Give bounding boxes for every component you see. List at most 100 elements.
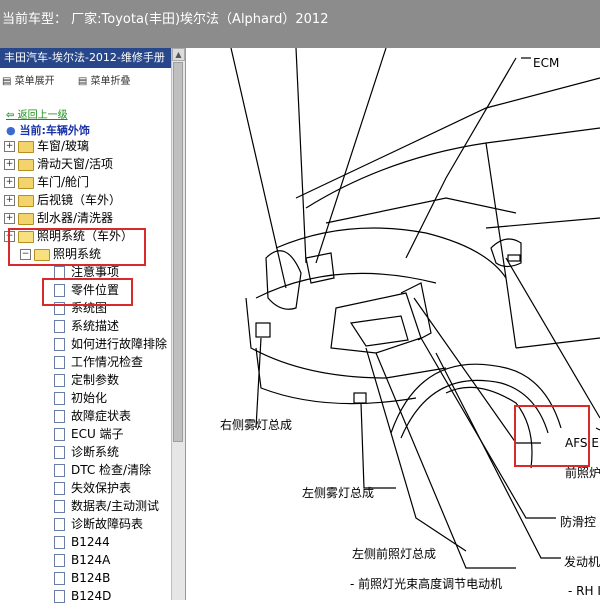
tree-doc-label: B1244 (71, 535, 110, 549)
tree-folder-label: 照明系统（车外） (37, 229, 134, 243)
open-folder-icon (18, 230, 34, 243)
tree-doc-label: 如何进行故障排除 (71, 337, 168, 351)
expand-plus-icon[interactable]: + (4, 213, 15, 224)
tree-doc-dtc-chart[interactable]: 诊断故障码表 (54, 515, 143, 533)
folder-icon (18, 176, 34, 189)
tree-doc-dtc-check[interactable]: DTC 检查/清除 (54, 461, 151, 479)
folder-icon (18, 194, 34, 207)
tree-doc-b124b[interactable]: B124B (54, 569, 110, 587)
document-icon (54, 410, 65, 423)
expand-all-button[interactable]: ▤ 菜单展开 (2, 76, 65, 87)
tree-doc-label: 数据表/主动测试 (71, 499, 160, 513)
document-icon (54, 482, 65, 495)
tree-title: 丰田汽车-埃尔法-2012-维修手册 (0, 48, 174, 68)
tree-doc-label: 工作情况检查 (71, 355, 144, 369)
tree-doc-label: 系统图 (71, 301, 108, 315)
tree-doc-label: 诊断故障码表 (71, 517, 144, 531)
tree-doc-precautions[interactable]: 注意事项 (54, 263, 119, 281)
tree-doc-label: 故障症状表 (71, 409, 132, 423)
document-icon (54, 356, 65, 369)
current-model-title: 当前车型： 厂家:Toyota(丰田)埃尔法（Alphard）2012 (2, 12, 329, 27)
tree-doc-parts-location[interactable]: 零件位置 (54, 281, 119, 299)
tree-doc-system-diagram[interactable]: 系统图 (54, 299, 107, 317)
back-link-label: 返回上一级 (17, 110, 68, 121)
tree-doc-initialization[interactable]: 初始化 (54, 389, 107, 407)
label-leveling-motor: - 前照灯光束高度调节电动机 (350, 577, 503, 591)
back-arrow-icon: ⇦ (6, 110, 15, 121)
tree-doc-ecu-terminals[interactable]: ECU 端子 (54, 425, 124, 443)
document-icon (54, 302, 65, 315)
label-left-headlamp: 左侧前照灯总成 (352, 547, 437, 561)
tree-folder-label: 车门/舱门 (37, 175, 90, 189)
person-icon: ● (6, 124, 16, 137)
tree-doc-failsafe[interactable]: 失效保护表 (54, 479, 131, 497)
tree-folder-label: 滑动天窗/活项 (37, 157, 114, 171)
collapse-minus-icon[interactable]: − (4, 231, 15, 242)
tree-doc-label: 定制参数 (71, 373, 120, 387)
current-category-label: 当前:车辆外饰 (19, 124, 90, 137)
document-icon (54, 572, 65, 585)
document-icon (54, 338, 65, 351)
tree-doc-label: B124A (71, 553, 111, 567)
tree-doc-label: 初始化 (71, 391, 108, 405)
expand-all-label: 菜单展开 (14, 76, 55, 87)
expand-plus-icon[interactable]: + (4, 159, 15, 170)
sidebar: 丰田汽车-埃尔法-2012-维修手册 ▤ 菜单展开 ▤ 菜单折叠 ⇦ 返回上一级… (0, 48, 186, 603)
tree-doc-operation-check[interactable]: 工作情况检查 (54, 353, 143, 371)
label-right-fog-lamp: 右侧雾灯总成 (220, 418, 293, 432)
document-icon (54, 554, 65, 567)
document-icon (54, 590, 65, 603)
folder-icon (18, 140, 34, 153)
sidebar-scrollbar[interactable]: ▲ (171, 48, 185, 600)
tree-doc-label: 诊断系统 (71, 445, 120, 459)
tree-doc-b124a[interactable]: B124A (54, 551, 110, 569)
label-afs-ecu: AFS E (565, 436, 599, 450)
collapse-minus-icon[interactable]: − (20, 249, 31, 260)
document-icon (54, 266, 65, 279)
label-ecm: ECM (533, 56, 560, 70)
label-antiglare-cut: 防滑控 (560, 515, 597, 529)
document-icon (54, 500, 65, 513)
folder-icon (18, 212, 34, 225)
document-icon (54, 392, 65, 405)
label-left-fog-lamp: 左侧雾灯总成 (302, 486, 375, 500)
tree-doc-label: 零件位置 (71, 283, 120, 297)
tree-doc-diagnosis-system[interactable]: 诊断系统 (54, 443, 119, 461)
tree-doc-customize[interactable]: 定制参数 (54, 371, 119, 389)
tree-doc-symptom-table[interactable]: 故障症状表 (54, 407, 131, 425)
current-category: ● 当前:车辆外饰 (6, 122, 90, 138)
tree-doc-label: 注意事项 (71, 265, 120, 279)
scrollbar-thumb[interactable] (173, 62, 183, 442)
tree-doc-label: B124B (71, 571, 111, 585)
document-icon (54, 320, 65, 333)
tree-doc-label: DTC 检查/清除 (71, 463, 152, 477)
tree-doc-system-description[interactable]: 系统描述 (54, 317, 119, 335)
label-rh-cut: - RH I (568, 584, 600, 598)
collapse-all-label: 菜单折叠 (90, 76, 131, 87)
document-icon (54, 428, 65, 441)
expand-plus-icon[interactable]: + (4, 177, 15, 188)
parts-location-diagram: ECM 右侧雾灯总成 左侧雾灯总成 左侧前照灯总成 - 前照灯光束高度调节电动机… (186, 48, 600, 600)
tree-doc-b124d[interactable]: B124D (54, 587, 111, 605)
collapse-all-button[interactable]: ▤ 菜单折叠 (78, 76, 141, 87)
tree-doc-data-list[interactable]: 数据表/主动测试 (54, 497, 159, 515)
tree-doc-label: B124D (71, 589, 112, 603)
tree-doc-b1244[interactable]: B1244 (54, 533, 110, 551)
expand-plus-icon[interactable]: + (4, 195, 15, 206)
tree-doc-troubleshooting[interactable]: 如何进行故障排除 (54, 335, 167, 353)
scroll-up-icon[interactable]: ▲ (172, 48, 185, 61)
tree-subfolder-label: 照明系统 (53, 247, 102, 261)
open-folder-icon (34, 248, 50, 261)
expand-plus-icon[interactable]: + (4, 141, 15, 152)
back-link[interactable]: ⇦ 返回上一级 (6, 106, 68, 121)
label-headlamp-right-cut: 前照炉 (565, 466, 600, 480)
tree-folder-label: 车窗/玻璃 (37, 139, 90, 153)
window-title-bar: 当前车型： 厂家:Toyota(丰田)埃尔法（Alphard）2012 (0, 0, 600, 48)
tree-doc-label: 失效保护表 (71, 481, 132, 495)
document-icon (54, 464, 65, 477)
document-icon (54, 374, 65, 387)
document-icon (54, 284, 65, 297)
tree-folder-label: 刮水器/清洗器 (37, 211, 114, 225)
folder-icon (18, 158, 34, 171)
label-engine-cut: 发动机 (564, 555, 600, 569)
